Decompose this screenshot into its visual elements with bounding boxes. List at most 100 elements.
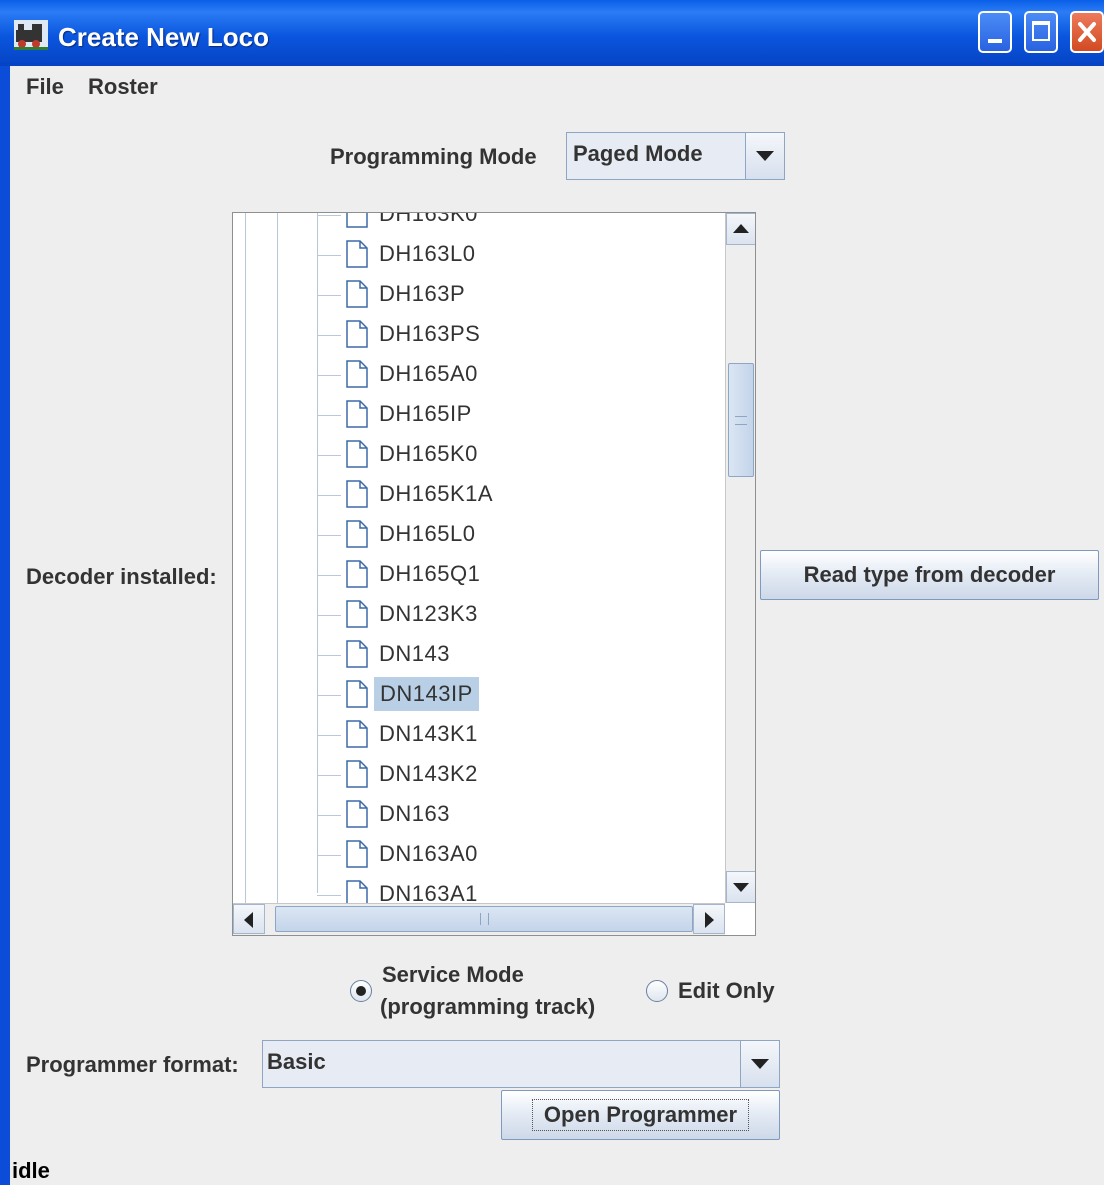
decoder-tree[interactable]: DH163K0 DH163L0 DH163P DH163PS DH165A0 DH165I…	[232, 212, 756, 936]
tree-connector	[317, 615, 341, 616]
tree-connector	[317, 895, 341, 896]
programming-mode-label: Programming Mode	[330, 144, 537, 169]
tree-node-label: DH163L0	[379, 241, 476, 266]
scroll-down-button[interactable]	[726, 871, 755, 903]
tree-connector	[317, 655, 341, 656]
tree-node[interactable]: DH163PS	[233, 315, 723, 355]
document-icon	[346, 840, 368, 868]
edit-only-radio[interactable]	[646, 980, 668, 1002]
programmer-format-select[interactable]: Basic	[262, 1040, 780, 1088]
tree-node-label: DH163K0	[379, 212, 478, 226]
tree-node-label: DN143K1	[379, 721, 478, 746]
tree-connector	[317, 815, 341, 816]
tree-node-label: DN143IP	[374, 677, 479, 711]
programmer-format-dropdown-button[interactable]	[740, 1041, 779, 1087]
tree-node[interactable]: DN143	[233, 635, 723, 675]
programming-mode-value: Paged Mode	[573, 141, 703, 166]
tree-node[interactable]: DH165K0	[233, 435, 723, 475]
programming-mode-select[interactable]: Paged Mode	[566, 132, 785, 180]
document-icon	[346, 240, 368, 268]
window-title: Create New Loco	[58, 22, 269, 52]
tree-node[interactable]: DH163P	[233, 275, 723, 315]
menu-bar: File Roster	[10, 66, 1104, 109]
open-programmer-button[interactable]: Open Programmer	[501, 1090, 780, 1140]
tree-connector	[317, 295, 341, 296]
chevron-down-icon	[751, 1059, 769, 1069]
arrow-down-icon	[733, 883, 749, 892]
tree-node[interactable]: DN123K3	[233, 595, 723, 635]
document-icon	[346, 680, 368, 708]
tree-connector	[317, 575, 341, 576]
grip-icon	[480, 913, 489, 925]
service-mode-radio[interactable]	[350, 980, 372, 1002]
close-icon	[1078, 22, 1096, 42]
tree-connector	[317, 855, 341, 856]
tree-node[interactable]: DH165L0	[233, 515, 723, 555]
read-type-from-decoder-button[interactable]: Read type from decoder	[760, 550, 1099, 600]
tree-node[interactable]: DH165A0	[233, 355, 723, 395]
document-icon	[346, 560, 368, 588]
vertical-scrollbar[interactable]	[725, 213, 755, 903]
programmer-format-value: Basic	[267, 1049, 326, 1074]
tree-connector	[317, 255, 341, 256]
tree-connector	[317, 415, 341, 416]
document-icon	[346, 320, 368, 348]
tree-node[interactable]: DH165Q1	[233, 555, 723, 595]
maximize-button[interactable]	[1024, 11, 1058, 53]
document-icon	[346, 440, 368, 468]
document-icon	[346, 760, 368, 788]
menu-file[interactable]: File	[26, 74, 64, 100]
close-button[interactable]	[1070, 11, 1104, 53]
service-mode-sublabel: (programming track)	[380, 994, 596, 1019]
document-icon	[346, 360, 368, 388]
programming-mode-dropdown-button[interactable]	[745, 133, 784, 179]
horizontal-scroll-thumb[interactable]	[275, 906, 693, 932]
tree-node-label: DN163	[379, 801, 450, 826]
read-type-button-label: Read type from decoder	[803, 562, 1056, 587]
tree-node[interactable]: DN163	[233, 795, 723, 835]
tree-node[interactable]: DH165K1A	[233, 475, 723, 515]
tree-node-label: DH163PS	[379, 321, 481, 346]
minimize-icon	[988, 39, 1002, 43]
tree-node[interactable]: DN143K2	[233, 755, 723, 795]
tree-node[interactable]: DH163L0	[233, 235, 723, 275]
tree-node-label: DN143	[379, 641, 450, 666]
maximize-icon	[1032, 21, 1050, 41]
tree-node[interactable]: DN163A0	[233, 835, 723, 875]
tree-connector	[317, 495, 341, 496]
arrow-right-icon	[705, 912, 714, 928]
tree-node[interactable]: DH165IP	[233, 395, 723, 435]
document-icon	[346, 720, 368, 748]
document-icon	[346, 800, 368, 828]
scroll-right-button[interactable]	[693, 904, 725, 934]
tree-node[interactable]: DH163K0	[233, 212, 723, 235]
menu-roster[interactable]: Roster	[88, 74, 158, 100]
tree-node-label: DN143K2	[379, 761, 478, 786]
tree-node-label: DH165IP	[379, 401, 472, 426]
train-engine-icon	[14, 20, 48, 50]
radio-selected-dot	[356, 986, 366, 996]
vertical-scroll-thumb[interactable]	[728, 363, 754, 477]
programmer-format-label: Programmer format:	[26, 1052, 239, 1077]
minimize-button[interactable]	[978, 11, 1012, 53]
tree-connector	[317, 375, 341, 376]
document-icon	[346, 280, 368, 308]
tree-node-label: DH165Q1	[379, 561, 481, 586]
window-border	[0, 66, 10, 1185]
status-text: idle	[12, 1158, 50, 1183]
scroll-left-button[interactable]	[233, 904, 265, 934]
horizontal-scrollbar[interactable]	[233, 903, 725, 935]
tree-node[interactable]: DN143IP	[233, 675, 723, 715]
scroll-up-button[interactable]	[726, 213, 755, 245]
document-icon	[346, 520, 368, 548]
title-bar[interactable]: Create New Loco	[0, 0, 1104, 66]
main-panel: Programming Mode Paged Mode Decoder inst…	[10, 108, 1104, 1185]
tree-node-label: DN123K3	[379, 601, 478, 626]
document-icon	[346, 600, 368, 628]
tree-node[interactable]: DN143K1	[233, 715, 723, 755]
arrow-left-icon	[244, 912, 253, 928]
tree-node-label: DH163P	[379, 281, 466, 306]
tree-connector	[317, 455, 341, 456]
tree-connector	[317, 335, 341, 336]
tree-connector	[317, 775, 341, 776]
